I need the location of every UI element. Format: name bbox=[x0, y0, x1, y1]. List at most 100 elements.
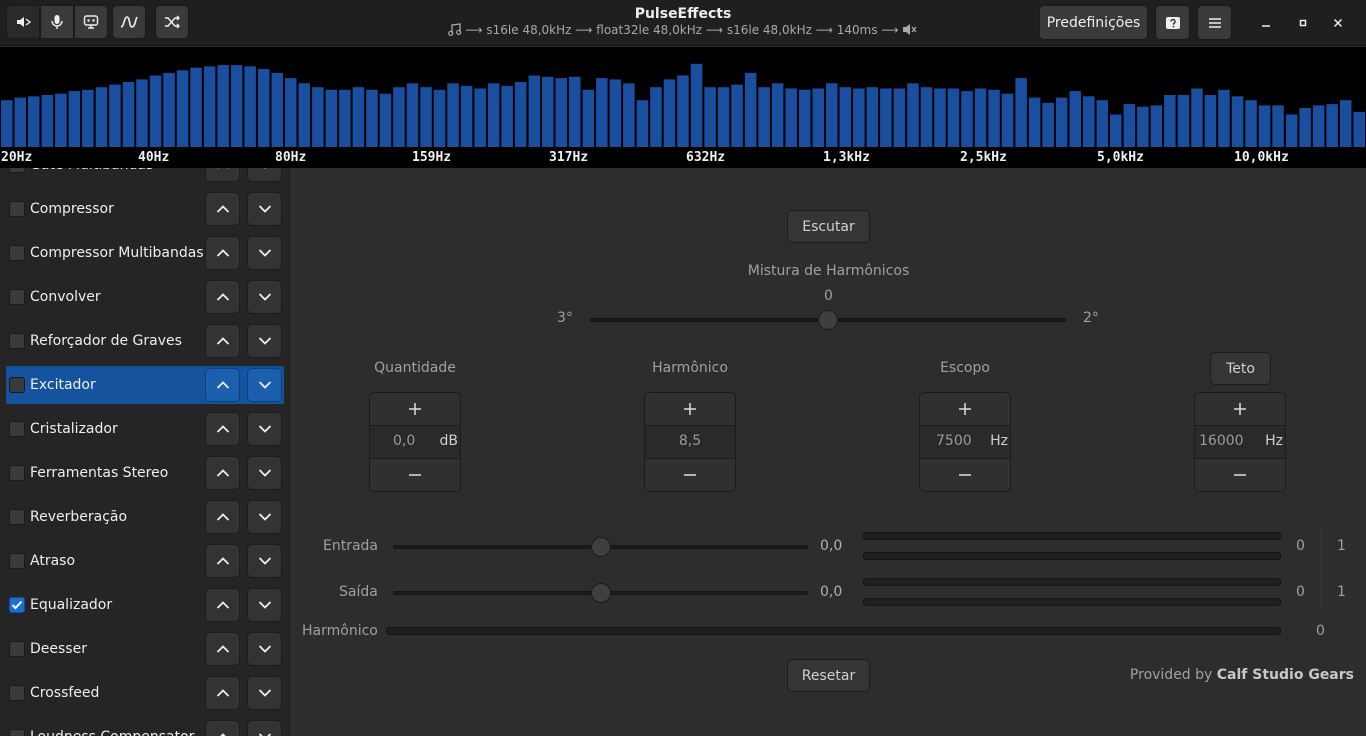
spectrum-bar bbox=[934, 88, 946, 147]
plugin-row[interactable]: Gate Multibandas bbox=[6, 168, 284, 184]
reset-button[interactable]: Resetar bbox=[787, 659, 870, 692]
plugin-row[interactable]: Compressor Multibandas bbox=[6, 234, 284, 272]
shuffle-button[interactable] bbox=[155, 5, 189, 39]
spectrum-bar bbox=[68, 91, 81, 147]
move-down-button[interactable] bbox=[247, 280, 282, 314]
minimize-button[interactable] bbox=[1249, 5, 1283, 40]
input-gain-handle[interactable] bbox=[590, 537, 611, 557]
move-up-button[interactable] bbox=[205, 192, 240, 226]
plugin-enable-checkbox[interactable] bbox=[9, 245, 25, 261]
maximize-button[interactable] bbox=[1286, 5, 1320, 40]
move-up-button[interactable] bbox=[205, 280, 240, 314]
plugin-row[interactable]: Equalizador bbox=[6, 586, 284, 624]
spectrum-bar bbox=[109, 84, 121, 147]
chevron-up-icon bbox=[219, 733, 226, 736]
scope-increase-button[interactable] bbox=[920, 393, 1010, 426]
move-down-button[interactable] bbox=[247, 632, 282, 666]
plugin-enable-checkbox[interactable] bbox=[9, 729, 25, 736]
scope-decrease-button[interactable] bbox=[920, 458, 1010, 491]
move-up-button[interactable] bbox=[205, 412, 240, 446]
harmonics-entry[interactable]: 8,5 bbox=[645, 426, 735, 458]
plugin-row[interactable]: Ferramentas Stereo bbox=[6, 454, 284, 492]
plugin-enable-checkbox[interactable] bbox=[9, 333, 25, 349]
ceiling-decrease-button[interactable] bbox=[1195, 458, 1285, 491]
plugin-enable-checkbox[interactable] bbox=[9, 685, 25, 701]
harmonics-increase-button[interactable] bbox=[645, 393, 735, 426]
spectrum-bar bbox=[55, 93, 67, 147]
plugin-row[interactable]: Compressor bbox=[6, 190, 284, 228]
move-down-button[interactable] bbox=[247, 456, 282, 490]
plugin-row[interactable]: Reforçador de Graves bbox=[6, 322, 284, 360]
move-up-button[interactable] bbox=[205, 168, 240, 182]
move-down-button[interactable] bbox=[247, 588, 282, 622]
move-down-button[interactable] bbox=[247, 324, 282, 358]
plugin-row[interactable]: Excitador bbox=[6, 366, 284, 404]
spectrum-bar bbox=[298, 83, 310, 147]
move-down-button[interactable] bbox=[247, 500, 282, 534]
move-up-button[interactable] bbox=[205, 500, 240, 534]
move-up-button[interactable] bbox=[205, 368, 240, 402]
plugin-enable-checkbox[interactable] bbox=[9, 377, 25, 393]
move-down-button[interactable] bbox=[247, 168, 282, 182]
amount-increase-button[interactable] bbox=[370, 393, 460, 426]
ceiling-toggle-button[interactable]: Teto bbox=[1210, 352, 1271, 385]
microphone-input-button[interactable] bbox=[40, 5, 74, 39]
plugin-row[interactable]: Atraso bbox=[6, 542, 284, 580]
plugin-enable-checkbox[interactable] bbox=[9, 509, 25, 525]
plugin-row[interactable]: Loudness Compensator bbox=[6, 718, 284, 736]
move-up-button[interactable] bbox=[205, 544, 240, 578]
frequency-label: 80Hz bbox=[275, 150, 307, 165]
listen-button[interactable]: Escutar bbox=[787, 210, 870, 243]
credit-prefix: Provided by bbox=[1129, 667, 1213, 683]
move-down-button[interactable] bbox=[247, 676, 282, 710]
plugin-row[interactable]: Crossfeed bbox=[6, 674, 284, 712]
move-down-button[interactable] bbox=[247, 544, 282, 578]
move-down-button[interactable] bbox=[247, 368, 282, 402]
presets-button[interactable]: Predefinições bbox=[1039, 5, 1148, 40]
spectrum-bar bbox=[149, 75, 162, 147]
plugin-order-buttons bbox=[205, 324, 282, 358]
speaker-output-button[interactable] bbox=[6, 5, 40, 39]
move-down-button[interactable] bbox=[247, 720, 282, 736]
move-up-button[interactable] bbox=[205, 720, 240, 736]
plugin-enable-checkbox[interactable] bbox=[9, 597, 25, 613]
scope-entry[interactable]: 7500 Hz bbox=[920, 426, 1010, 458]
plugin-enable-checkbox[interactable] bbox=[9, 421, 25, 437]
close-button[interactable] bbox=[1321, 5, 1355, 40]
ceiling-entry[interactable]: 16000 Hz bbox=[1195, 426, 1285, 458]
move-up-button[interactable] bbox=[205, 236, 240, 270]
plugin-enable-checkbox[interactable] bbox=[9, 553, 25, 569]
move-down-button[interactable] bbox=[247, 192, 282, 226]
ceiling-increase-button[interactable] bbox=[1195, 393, 1285, 426]
move-up-button[interactable] bbox=[205, 632, 240, 666]
spectrum-bar bbox=[1028, 97, 1041, 147]
move-up-button[interactable] bbox=[205, 676, 240, 710]
move-up-button[interactable] bbox=[205, 588, 240, 622]
move-down-button[interactable] bbox=[247, 412, 282, 446]
plugin-row[interactable]: Convolver bbox=[6, 278, 284, 316]
spectrum-bar bbox=[366, 89, 378, 147]
help-button[interactable] bbox=[1155, 5, 1190, 40]
amount-decrease-button[interactable] bbox=[370, 458, 460, 491]
plugin-enable-checkbox[interactable] bbox=[9, 168, 25, 173]
devices-button[interactable] bbox=[74, 5, 108, 39]
move-up-button[interactable] bbox=[205, 324, 240, 358]
harmonics-decrease-button[interactable] bbox=[645, 458, 735, 491]
plugin-row[interactable]: Cristalizador bbox=[6, 410, 284, 448]
plugin-row[interactable]: Deesser bbox=[6, 630, 284, 668]
output-gain-handle[interactable] bbox=[590, 583, 611, 603]
spectrum-toggle-button[interactable] bbox=[112, 5, 146, 39]
blend-slider-handle[interactable] bbox=[818, 310, 838, 330]
plugin-enable-checkbox[interactable] bbox=[9, 465, 25, 481]
move-down-button[interactable] bbox=[247, 236, 282, 270]
input-gain-label: Entrada bbox=[323, 538, 379, 554]
plugin-enable-checkbox[interactable] bbox=[9, 289, 25, 305]
move-up-button[interactable] bbox=[205, 456, 240, 490]
spectrum-bar bbox=[460, 85, 473, 147]
plugin-enable-checkbox[interactable] bbox=[9, 641, 25, 657]
menu-button[interactable] bbox=[1197, 5, 1232, 40]
plugin-row[interactable]: Reverberação bbox=[6, 498, 284, 536]
plugin-enable-checkbox[interactable] bbox=[9, 201, 25, 217]
chevron-up-icon bbox=[216, 205, 229, 213]
amount-entry[interactable]: 0,0 dB bbox=[370, 426, 460, 458]
